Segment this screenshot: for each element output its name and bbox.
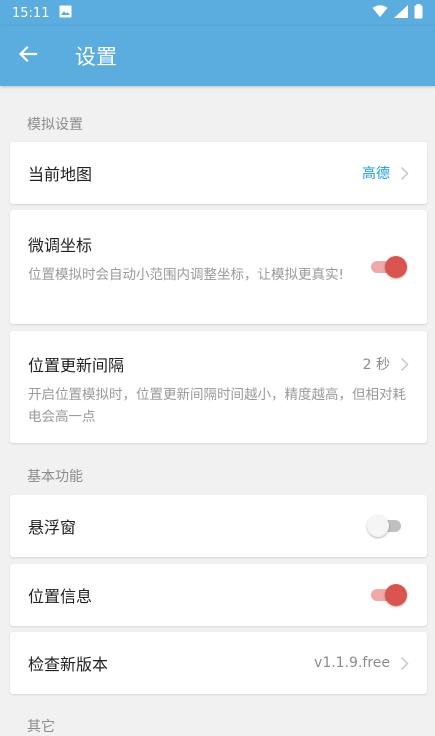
setting-check-update[interactable]: 检查新版本 v1.1.9.free: [10, 632, 427, 694]
arrow-left-icon: [18, 44, 38, 68]
setting-description: 位置模拟时会自动小范围内调整坐标，让模拟更真实!: [28, 267, 344, 283]
chevron-right-icon: [400, 357, 409, 372]
status-time: 15:11: [12, 5, 50, 21]
setting-title: 位置更新间隔: [28, 356, 125, 375]
setting-location-info[interactable]: 位置信息: [10, 564, 427, 626]
toggle-thumb: [367, 515, 389, 537]
toggle-thumb: [385, 584, 407, 606]
setting-title: 当前地图: [28, 165, 93, 184]
wifi-icon: [372, 4, 388, 22]
section-header-simulation: 模拟设置: [27, 117, 83, 133]
floating-window-toggle[interactable]: [367, 515, 407, 537]
image-icon: [59, 5, 72, 22]
setting-title: 位置信息: [28, 587, 93, 606]
section-header-other: 其它: [27, 719, 55, 735]
setting-value: 2 秒: [362, 357, 390, 373]
section-header-basic: 基本功能: [27, 469, 83, 485]
battery-icon: [414, 3, 423, 23]
status-bar: 15:11: [0, 0, 435, 26]
setting-value: 高德: [362, 166, 390, 182]
setting-description: 开启位置模拟时，位置更新间隔时间越小，精度越高，但相对耗电会高一点: [28, 387, 406, 425]
chevron-right-icon: [400, 166, 409, 181]
page-title: 设置: [75, 45, 117, 69]
setting-current-map[interactable]: 当前地图 高德: [10, 142, 427, 204]
setting-title: 检查新版本: [28, 655, 109, 674]
toggle-thumb: [385, 256, 407, 278]
setting-update-interval[interactable]: 位置更新间隔 2 秒 开启位置模拟时，位置更新间隔时间越小，精度越高，但相对耗电…: [10, 331, 427, 443]
setting-title: 微调坐标: [28, 236, 93, 255]
signal-icon: [394, 4, 408, 22]
location-info-toggle[interactable]: [367, 584, 407, 606]
fine-tune-toggle[interactable]: [367, 256, 407, 278]
setting-floating-window[interactable]: 悬浮窗: [10, 495, 427, 557]
chevron-right-icon: [400, 656, 409, 671]
setting-title: 悬浮窗: [28, 518, 77, 537]
setting-value: v1.1.9.free: [314, 655, 390, 671]
back-button[interactable]: [8, 36, 48, 76]
app-bar: 设置: [0, 26, 435, 86]
setting-fine-tune[interactable]: 微调坐标 位置模拟时会自动小范围内调整坐标，让模拟更真实!: [10, 210, 427, 324]
